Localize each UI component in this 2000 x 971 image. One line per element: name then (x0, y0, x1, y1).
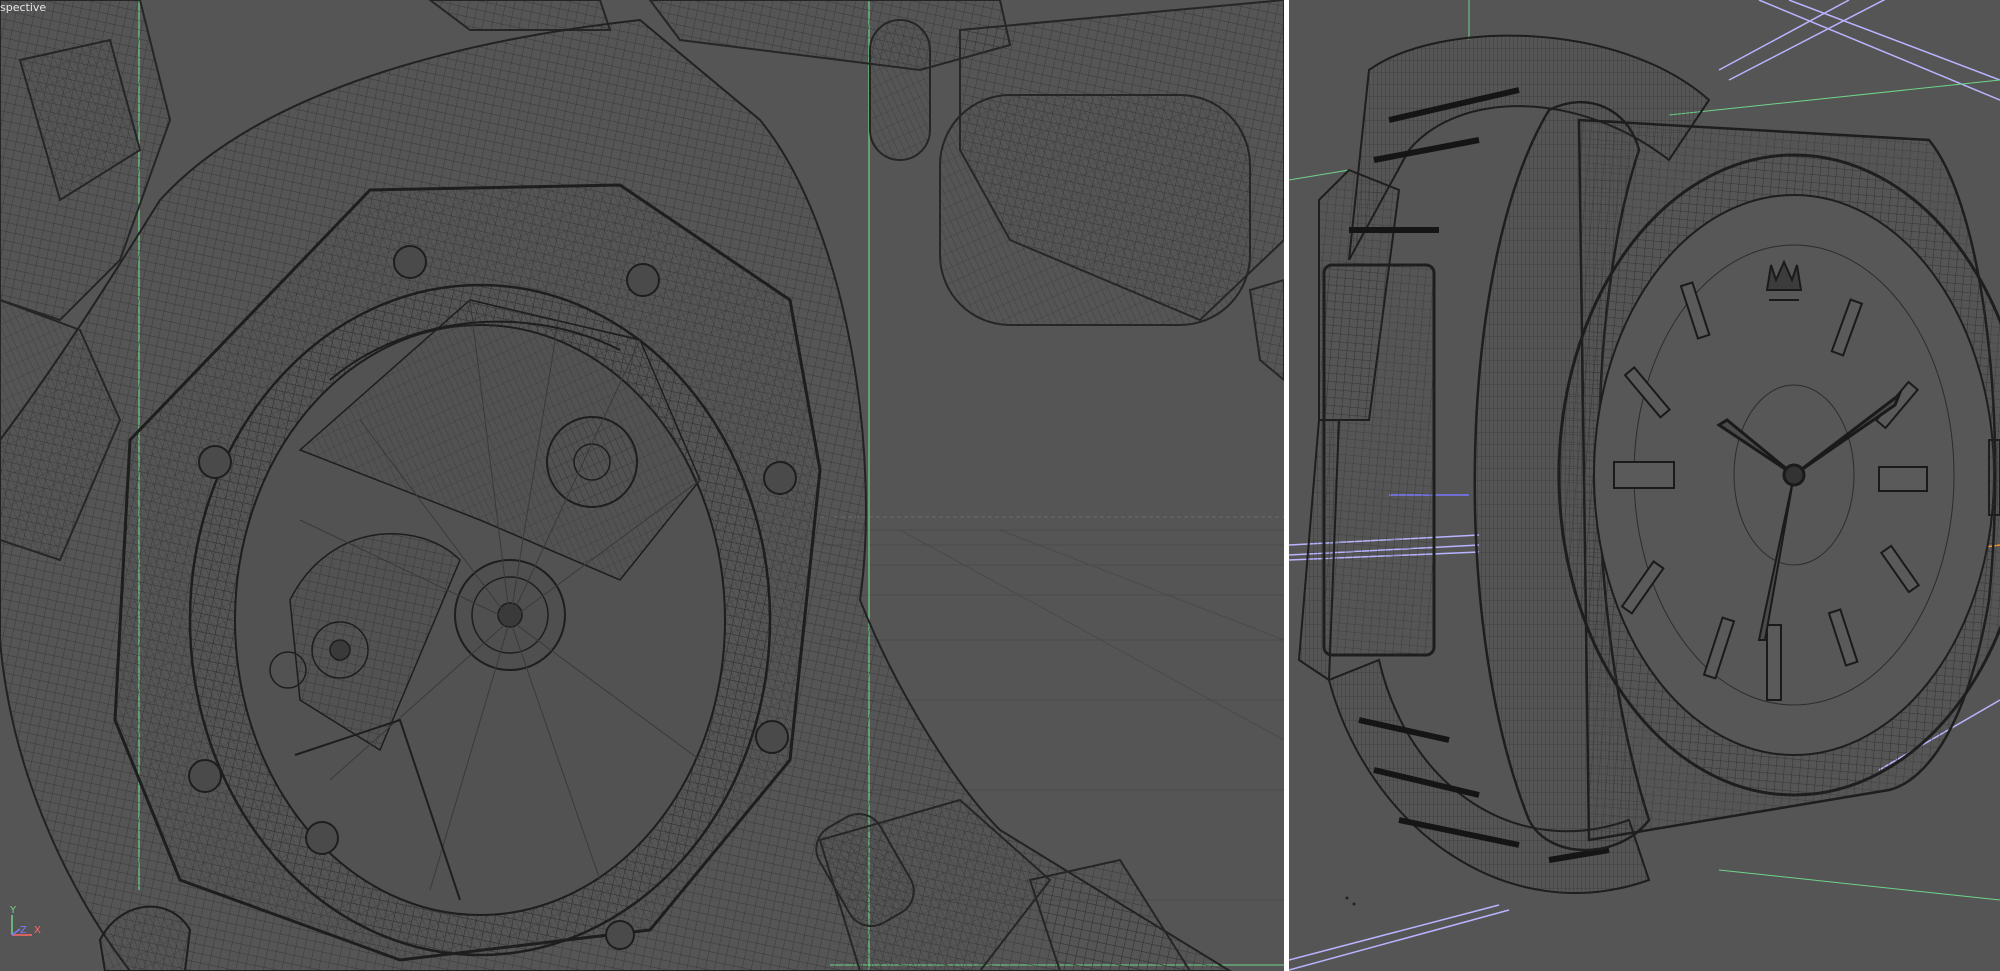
watch-front-wireframe[interactable] (1289, 0, 2000, 971)
scene-dot (1345, 896, 1349, 900)
viewport-perspective-left[interactable]: spective Y Z X (0, 0, 1284, 971)
scene-dot (1352, 902, 1356, 906)
bracelet-links-bottom (815, 798, 1192, 971)
viewport-label[interactable]: spective (0, 1, 46, 14)
viewport-perspective-right[interactable] (1289, 0, 2000, 971)
watch-caseback-wireframe[interactable] (0, 0, 1284, 971)
crown (1988, 439, 2000, 516)
axis-gizmo: Y Z X (6, 905, 46, 941)
